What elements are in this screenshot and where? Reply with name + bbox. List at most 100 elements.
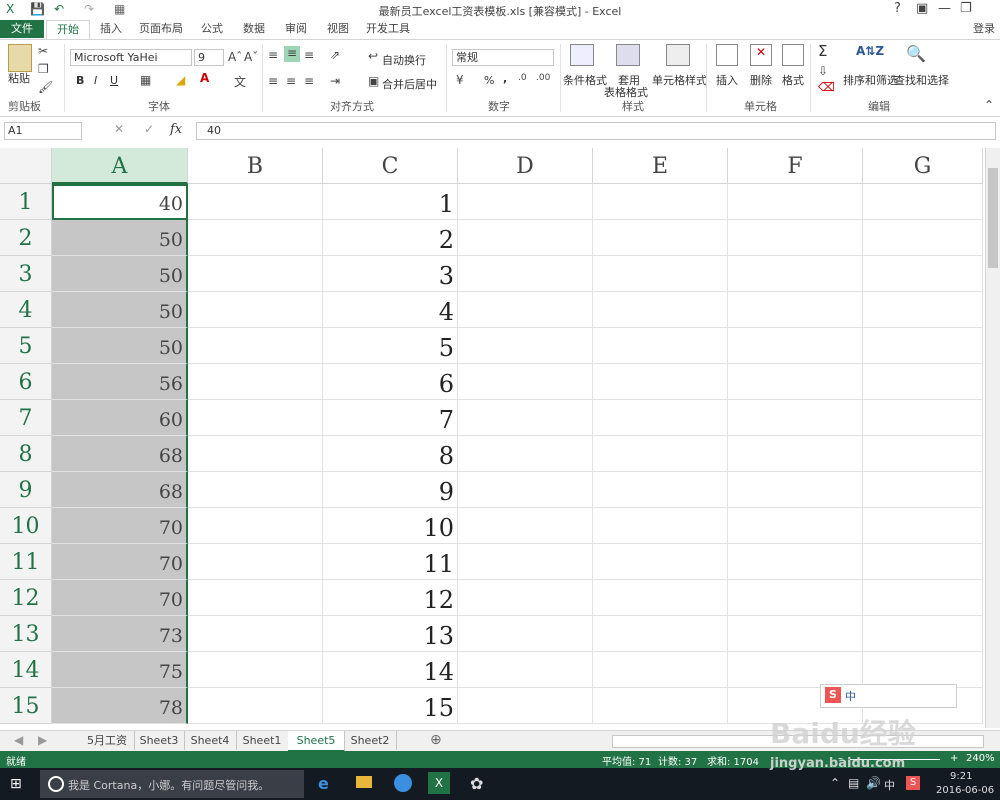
cell-b12[interactable] bbox=[188, 580, 323, 616]
tab-view[interactable]: 视图 bbox=[320, 20, 356, 38]
number-format-select[interactable]: 常规 bbox=[452, 49, 554, 66]
cell-a10[interactable]: 70 bbox=[52, 508, 188, 544]
column-header-c[interactable]: C bbox=[323, 148, 458, 184]
cancel-entry-icon[interactable]: ✕ bbox=[114, 122, 124, 136]
cell-b6[interactable] bbox=[188, 364, 323, 400]
sogou-tray-icon[interactable]: S bbox=[906, 776, 920, 790]
cell-d15[interactable] bbox=[458, 688, 593, 724]
cell-b3[interactable] bbox=[188, 256, 323, 292]
formula-input[interactable]: 40 bbox=[196, 122, 996, 140]
cut-icon[interactable]: ✂ bbox=[38, 44, 48, 58]
cell-g11[interactable] bbox=[863, 544, 983, 580]
cell-d12[interactable] bbox=[458, 580, 593, 616]
sheet-scroll-left-icon[interactable]: ◀ bbox=[14, 733, 23, 747]
cell-g10[interactable] bbox=[863, 508, 983, 544]
cell-b14[interactable] bbox=[188, 652, 323, 688]
border-icon[interactable]: ▦ bbox=[140, 73, 151, 87]
new-sheet-icon[interactable]: ⊕ bbox=[430, 732, 442, 748]
cell-c11[interactable]: 11 bbox=[323, 544, 458, 580]
decrease-decimal-icon[interactable]: .00 bbox=[536, 73, 550, 83]
row-header[interactable]: 10 bbox=[0, 508, 52, 544]
name-box[interactable]: A1 bbox=[4, 122, 82, 140]
autosum-button[interactable]: Σ bbox=[818, 42, 827, 60]
cell-c4[interactable]: 4 bbox=[323, 292, 458, 328]
sheet-tab[interactable]: Sheet2 bbox=[344, 731, 397, 750]
edge-icon[interactable]: e bbox=[318, 774, 329, 793]
cell-c14[interactable]: 14 bbox=[323, 652, 458, 688]
cell-e7[interactable] bbox=[593, 400, 728, 436]
tab-formulas[interactable]: 公式 bbox=[194, 20, 230, 38]
ime-language-indicator[interactable]: 中 bbox=[845, 688, 856, 704]
find-select-icon[interactable]: 🔍 bbox=[906, 44, 926, 63]
cell-e1[interactable] bbox=[593, 184, 728, 220]
cell-e14[interactable] bbox=[593, 652, 728, 688]
row-header[interactable]: 1 bbox=[0, 184, 52, 220]
sheet-tab[interactable]: Sheet5 bbox=[288, 731, 345, 752]
cell-g3[interactable] bbox=[863, 256, 983, 292]
tab-file[interactable]: 文件 bbox=[0, 20, 44, 38]
conditional-format-button[interactable]: 条件格式 bbox=[563, 72, 607, 88]
cell-a11[interactable]: 70 bbox=[52, 544, 188, 580]
cell-c6[interactable]: 6 bbox=[323, 364, 458, 400]
minimize-icon[interactable]: — bbox=[938, 1, 951, 16]
cell-a2[interactable]: 50 bbox=[52, 220, 188, 256]
select-all-corner[interactable] bbox=[0, 148, 52, 184]
row-header[interactable]: 14 bbox=[0, 652, 52, 688]
clear-icon[interactable]: ⌫ bbox=[818, 80, 835, 94]
fill-color-icon[interactable]: ◢ bbox=[176, 73, 185, 87]
cell-d7[interactable] bbox=[458, 400, 593, 436]
cell-f12[interactable] bbox=[728, 580, 863, 616]
sheet-tab[interactable]: Sheet1 bbox=[236, 731, 289, 750]
cell-f13[interactable] bbox=[728, 616, 863, 652]
row-header[interactable]: 3 bbox=[0, 256, 52, 292]
delete-cells-icon[interactable]: ✕ bbox=[750, 44, 772, 66]
tab-data[interactable]: 数据 bbox=[236, 20, 272, 38]
cell-b7[interactable] bbox=[188, 400, 323, 436]
sheet-tab[interactable]: 5月工资 bbox=[80, 731, 135, 750]
cell-a6[interactable]: 56 bbox=[52, 364, 188, 400]
confirm-entry-icon[interactable]: ✓ bbox=[144, 122, 154, 136]
cell-a15[interactable]: 78 bbox=[52, 688, 188, 724]
align-bottom-icon[interactable]: ≡ bbox=[304, 48, 314, 62]
percent-button[interactable]: % bbox=[484, 74, 494, 87]
column-header-d[interactable]: D bbox=[458, 148, 593, 184]
cell-b15[interactable] bbox=[188, 688, 323, 724]
windows-start-icon[interactable]: ⊞ bbox=[10, 776, 22, 792]
zoom-in-icon[interactable]: + bbox=[950, 753, 958, 764]
format-cells-icon[interactable] bbox=[782, 44, 804, 66]
cell-g8[interactable] bbox=[863, 436, 983, 472]
ime-toolbar[interactable]: S 中 bbox=[820, 684, 957, 708]
insert-cells-icon[interactable] bbox=[716, 44, 738, 66]
row-header[interactable]: 4 bbox=[0, 292, 52, 328]
zoom-level[interactable]: 240% bbox=[966, 753, 995, 764]
cell-b1[interactable] bbox=[188, 184, 323, 220]
font-grow-icon[interactable]: Aˆ bbox=[228, 50, 242, 64]
cell-c3[interactable]: 3 bbox=[323, 256, 458, 292]
align-top-icon[interactable]: ≡ bbox=[268, 48, 278, 62]
format-as-table-icon[interactable] bbox=[616, 44, 640, 66]
cell-e9[interactable] bbox=[593, 472, 728, 508]
cell-c9[interactable]: 9 bbox=[323, 472, 458, 508]
cell-e12[interactable] bbox=[593, 580, 728, 616]
network-icon[interactable]: ▤ bbox=[848, 776, 859, 790]
row-header[interactable]: 6 bbox=[0, 364, 52, 400]
cell-f5[interactable] bbox=[728, 328, 863, 364]
cell-d1[interactable] bbox=[458, 184, 593, 220]
cell-c2[interactable]: 2 bbox=[323, 220, 458, 256]
cell-styles-button[interactable]: 单元格样式 bbox=[652, 72, 707, 88]
cell-f1[interactable] bbox=[728, 184, 863, 220]
cell-e6[interactable] bbox=[593, 364, 728, 400]
cell-c7[interactable]: 7 bbox=[323, 400, 458, 436]
cell-f7[interactable] bbox=[728, 400, 863, 436]
column-header-e[interactable]: E bbox=[593, 148, 728, 184]
cell-e11[interactable] bbox=[593, 544, 728, 580]
find-select-button[interactable]: 查找和选择 bbox=[894, 72, 949, 88]
show-hidden-icons[interactable]: ⌃ bbox=[830, 776, 840, 790]
cell-f3[interactable] bbox=[728, 256, 863, 292]
row-header[interactable]: 15 bbox=[0, 688, 52, 724]
cell-e8[interactable] bbox=[593, 436, 728, 472]
cell-g4[interactable] bbox=[863, 292, 983, 328]
cell-d6[interactable] bbox=[458, 364, 593, 400]
merge-center-button[interactable]: 合并后居中 bbox=[382, 76, 437, 92]
cell-g7[interactable] bbox=[863, 400, 983, 436]
